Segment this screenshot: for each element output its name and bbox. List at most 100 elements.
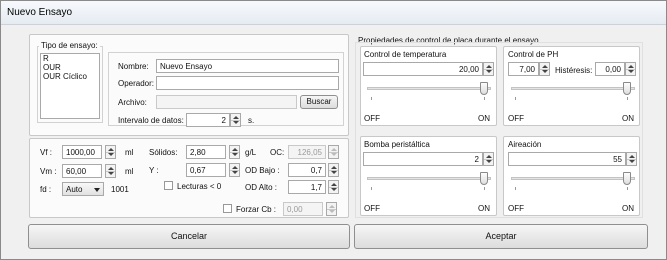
aireacion-spinner[interactable] xyxy=(626,152,637,166)
spin-down-icon[interactable] xyxy=(108,172,114,175)
ph-slider-track[interactable] xyxy=(511,87,635,90)
intervalo-input[interactable]: 2 xyxy=(186,113,230,127)
spin-down-icon[interactable] xyxy=(232,153,238,156)
lecturas-checkbox[interactable] xyxy=(164,181,173,190)
buscar-button[interactable]: Buscar xyxy=(300,95,338,109)
temp-slider-track[interactable] xyxy=(367,87,491,90)
spin-down-icon[interactable] xyxy=(233,121,239,124)
histeresis-spinner[interactable] xyxy=(625,62,636,76)
spin-up-icon[interactable] xyxy=(232,148,238,151)
vm-input[interactable]: 60,00 xyxy=(62,164,102,178)
spin-up-icon[interactable] xyxy=(108,148,114,151)
spin-up-icon xyxy=(329,205,335,208)
spin-down-icon[interactable] xyxy=(542,70,548,73)
spin-up-icon[interactable] xyxy=(233,116,239,119)
operador-input[interactable] xyxy=(156,76,339,90)
spin-down-icon[interactable] xyxy=(331,188,337,191)
y-input[interactable]: 0,67 xyxy=(186,163,226,177)
spin-up-icon[interactable] xyxy=(331,183,337,186)
vm-unit: ml xyxy=(125,167,134,176)
bomba-off-label: OFF xyxy=(364,204,380,213)
spin-down-icon[interactable] xyxy=(232,171,238,174)
vm-spinner[interactable] xyxy=(105,164,116,178)
spin-up-icon[interactable] xyxy=(232,166,238,169)
forzar-spinner xyxy=(326,202,337,216)
spin-up-icon[interactable] xyxy=(629,155,635,158)
window-title: Nuevo Ensayo xyxy=(7,7,73,18)
bomba-input[interactable]: 2 xyxy=(363,152,483,166)
bomba-slider-thumb[interactable] xyxy=(480,172,488,185)
ph-input[interactable]: 7,00 xyxy=(508,62,539,76)
temp-input[interactable]: 20,00 xyxy=(363,62,483,76)
tipo-ensayo-list[interactable]: R OUR OUR Cíclico xyxy=(40,53,100,119)
odbajo-spinner[interactable] xyxy=(328,163,339,177)
histeresis-label: Histéresis: xyxy=(555,66,593,75)
tipo-option-r[interactable]: R xyxy=(41,54,99,63)
aireacion-off-label: OFF xyxy=(508,204,524,213)
tipo-ensayo-legend: Tipo de ensayo: xyxy=(39,41,100,50)
temp-on-label: ON xyxy=(478,114,490,123)
bomba-slider-track[interactable] xyxy=(367,177,491,180)
spin-up-icon xyxy=(331,148,337,151)
odalto-input[interactable]: 1,7 xyxy=(288,180,326,194)
chevron-down-icon[interactable] xyxy=(94,188,100,192)
odbajo-input[interactable]: 0,7 xyxy=(288,163,326,177)
solidos-spinner[interactable] xyxy=(229,145,240,159)
ph-spinner[interactable] xyxy=(539,62,550,76)
nombre-label: Nombre: xyxy=(118,62,149,71)
spin-down-icon[interactable] xyxy=(486,160,492,163)
tipo-option-our[interactable]: OUR xyxy=(41,63,99,72)
slider-tick xyxy=(371,97,372,100)
forzar-label: Forzar Cb : xyxy=(236,205,277,214)
solidos-unit: g/L xyxy=(245,148,257,157)
spin-down-icon[interactable] xyxy=(628,70,634,73)
lecturas-label: Lecturas < 0 xyxy=(177,182,222,191)
archivo-input xyxy=(156,95,297,109)
y-spinner[interactable] xyxy=(229,163,240,177)
spin-down-icon[interactable] xyxy=(486,70,492,73)
intervalo-spinner[interactable] xyxy=(230,113,241,127)
nombre-input[interactable]: Nuevo Ensayo xyxy=(156,59,339,73)
y-label: Y : xyxy=(149,166,159,175)
temp-title: Control de temperatura xyxy=(364,50,447,59)
spin-up-icon[interactable] xyxy=(628,65,634,68)
ph-slider-thumb[interactable] xyxy=(623,82,631,95)
spin-down-icon xyxy=(329,210,335,213)
vf-input[interactable]: 1000,00 xyxy=(62,145,102,159)
spin-down-icon[interactable] xyxy=(108,153,114,156)
spin-up-icon[interactable] xyxy=(331,166,337,169)
fd-select[interactable]: Auto xyxy=(62,182,104,196)
fd-extra-value: 1001 xyxy=(111,185,129,194)
archivo-label: Archivo: xyxy=(118,98,147,107)
forzar-checkbox[interactable] xyxy=(223,204,232,213)
ph-off-label: OFF xyxy=(508,114,524,123)
aireacion-slider-thumb[interactable] xyxy=(623,172,631,185)
odalto-label: OD Alto : xyxy=(245,183,278,192)
vf-spinner[interactable] xyxy=(105,145,116,159)
spin-up-icon[interactable] xyxy=(542,65,548,68)
histeresis-input[interactable]: 0,00 xyxy=(595,62,625,76)
odalto-spinner[interactable] xyxy=(328,180,339,194)
aireacion-title: Aireación xyxy=(508,140,542,149)
aireacion-slider-track[interactable] xyxy=(511,177,635,180)
fd-label: fd : xyxy=(40,185,52,194)
temp-slider-thumb[interactable] xyxy=(480,82,488,95)
slider-tick xyxy=(484,97,485,100)
spin-down-icon[interactable] xyxy=(629,160,635,163)
nuevo-ensayo-window: Nuevo Ensayo Tipo de ensayo: R OUR OUR C… xyxy=(0,0,667,260)
tipo-option-our-ciclico[interactable]: OUR Cíclico xyxy=(41,72,99,81)
temp-spinner[interactable] xyxy=(483,62,494,76)
spin-up-icon[interactable] xyxy=(486,65,492,68)
accept-button[interactable]: Aceptar xyxy=(354,224,648,249)
temp-off-label: OFF xyxy=(364,114,380,123)
solidos-input[interactable]: 2,80 xyxy=(186,145,226,159)
spin-up-icon[interactable] xyxy=(108,167,114,170)
cancel-button[interactable]: Cancelar xyxy=(28,224,350,249)
slider-tick xyxy=(484,187,485,190)
slider-tick xyxy=(627,187,628,190)
bomba-spinner[interactable] xyxy=(483,152,494,166)
ph-title: Control de PH xyxy=(508,50,559,59)
aireacion-input[interactable]: 55 xyxy=(508,152,626,166)
spin-down-icon[interactable] xyxy=(331,171,337,174)
spin-up-icon[interactable] xyxy=(486,155,492,158)
